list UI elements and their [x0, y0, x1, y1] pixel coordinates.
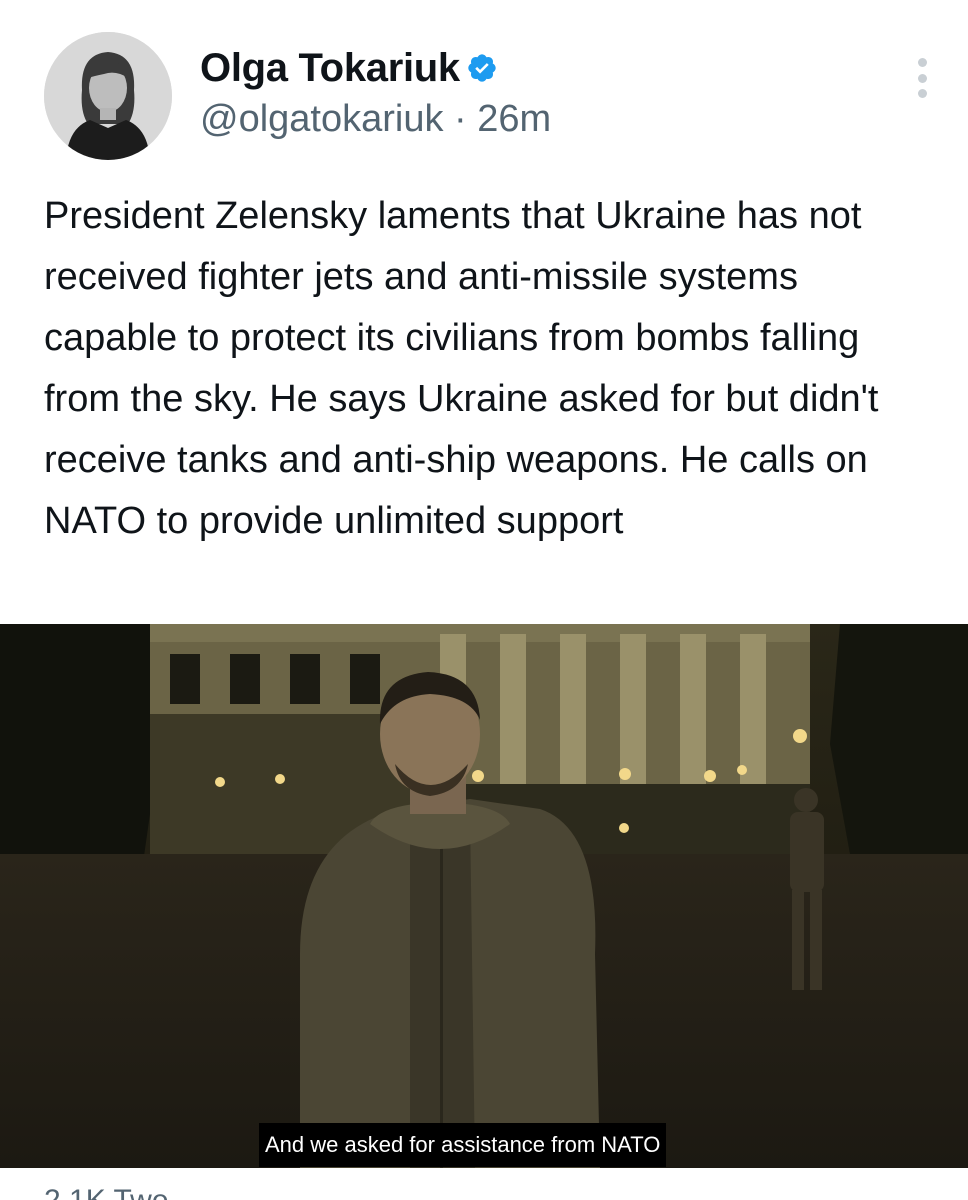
more-options-icon[interactable] [914, 58, 930, 98]
video-still-image [0, 624, 968, 1168]
avatar-image [44, 32, 172, 160]
tweet-header: Olga Tokariuk @olgatokariuk · 26m [200, 44, 551, 142]
handle[interactable]: @olgatokariuk [200, 98, 443, 140]
separator-dot: · [454, 98, 467, 140]
tweet-media[interactable]: And we asked for assistance from NATO [0, 624, 968, 1168]
tweet-card[interactable]: Olga Tokariuk @olgatokariuk · 26m Presid… [0, 0, 968, 1200]
display-name[interactable]: Olga Tokariuk [200, 44, 460, 92]
video-caption: And we asked for assistance from NATO [259, 1123, 667, 1167]
avatar[interactable] [44, 32, 172, 160]
handle-row: @olgatokariuk · 26m [200, 96, 551, 142]
timestamp[interactable]: 26m [477, 98, 551, 140]
view-count-partial: 2.1K Twe [44, 1186, 169, 1200]
verified-badge-icon [466, 52, 498, 84]
tweet-text: President Zelensky laments that Ukraine … [44, 195, 879, 542]
name-row: Olga Tokariuk [200, 44, 551, 92]
